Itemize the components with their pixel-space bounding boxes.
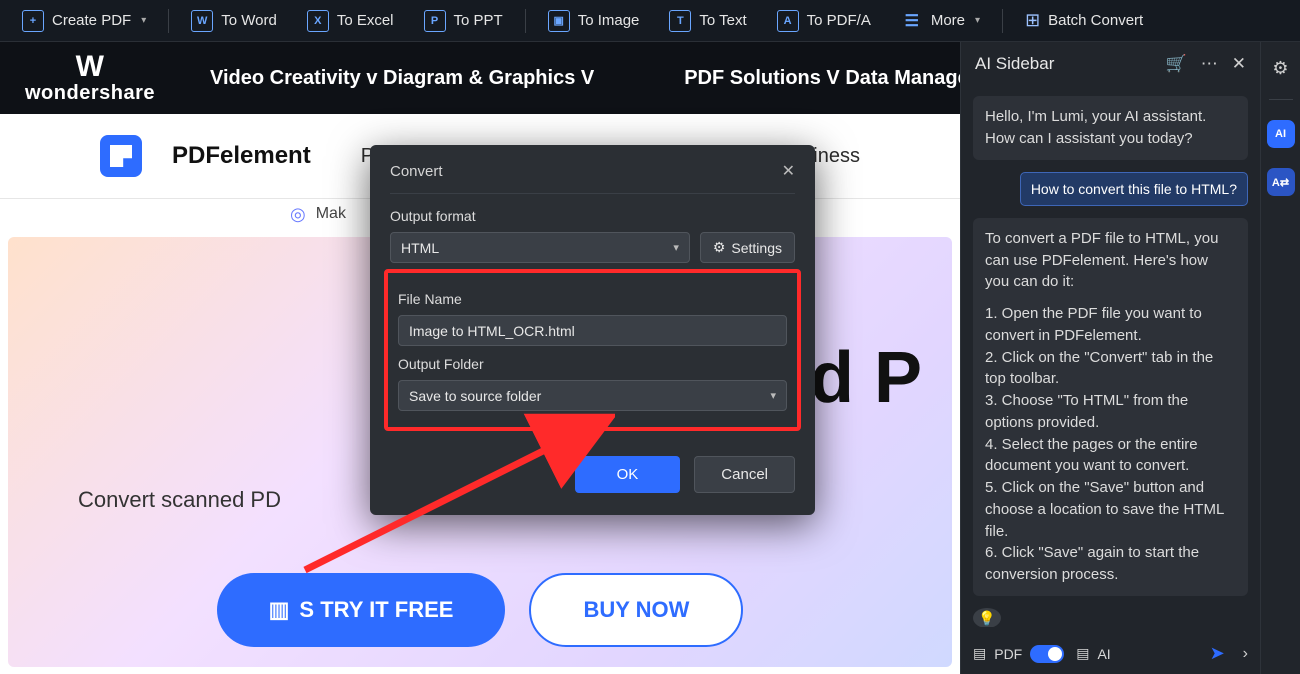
excel-icon: X xyxy=(307,10,329,32)
to-pdfa-button[interactable]: A To PDF/A xyxy=(765,4,883,38)
chevron-down-icon: ▾ xyxy=(141,15,146,26)
chat-footer: ▤ PDF ▤ AI ➤ › xyxy=(961,627,1260,674)
to-ppt-button[interactable]: P To PPT xyxy=(412,4,515,38)
chevron-down-icon: ▾ xyxy=(673,241,679,254)
wondershare-w-glyph: W xyxy=(76,52,105,82)
user-message: How to convert this file to HTML? xyxy=(1020,172,1248,206)
mode-toggle[interactable] xyxy=(1030,645,1064,663)
word-icon: W xyxy=(191,10,213,32)
create-pdf-label: Create PDF xyxy=(52,12,131,29)
ok-button[interactable]: OK xyxy=(575,456,681,493)
more-label: More xyxy=(931,12,965,29)
separator xyxy=(525,9,526,33)
ai-pill-icon[interactable]: AI xyxy=(1267,120,1295,148)
plus-icon: + xyxy=(22,10,44,32)
hero-subline-left: Convert scanned PD xyxy=(78,487,281,512)
file-name-input[interactable]: Image to HTML_OCR.html xyxy=(398,315,787,346)
promo-prefix: Mak xyxy=(316,205,346,223)
to-text-label: To Text xyxy=(699,12,746,29)
to-image-button[interactable]: ▣ To Image xyxy=(536,4,652,38)
output-folder-value: Save to source folder xyxy=(409,388,541,404)
cancel-label: Cancel xyxy=(721,466,768,483)
tab-titles: Video Creativity v Diagram & Graphics V … xyxy=(210,67,1035,90)
separator xyxy=(1269,99,1293,100)
chevron-down-icon: ▾ xyxy=(975,15,980,26)
ppt-icon: P xyxy=(424,10,446,32)
translate-pill-icon[interactable]: A⇄ xyxy=(1267,168,1295,196)
more-button[interactable]: ☰ More ▾ xyxy=(889,4,992,38)
assistant-steps: 1. Open the PDF file you want to convert… xyxy=(985,303,1236,586)
settings-button[interactable]: ⚙ Settings xyxy=(700,232,795,263)
more-options-icon[interactable]: ⋯ xyxy=(1201,54,1218,74)
ai-sidebar-header: AI Sidebar 🛒 ⋯ ✕ xyxy=(961,42,1260,86)
page-icon: ▤ xyxy=(1076,645,1089,662)
ai-sidebar-title: AI Sidebar xyxy=(975,54,1054,74)
separator xyxy=(1002,9,1003,33)
file-name-label: File Name xyxy=(398,291,787,307)
gear-icon: ⚙ xyxy=(713,239,726,256)
windows-icon: ▥ xyxy=(269,597,290,623)
close-icon[interactable]: ✕ xyxy=(1232,54,1246,74)
sliders-icon[interactable]: ⚙ xyxy=(1272,58,1288,79)
assistant-message: Hello, I'm Lumi, your AI assistant. How … xyxy=(973,96,1248,160)
to-pdfa-label: To PDF/A xyxy=(807,12,871,29)
mode-ai-label: AI xyxy=(1097,646,1110,662)
image-icon: ▣ xyxy=(548,10,570,32)
idea-icon[interactable]: 💡 xyxy=(973,608,1001,627)
search-icon: ◎ xyxy=(290,204,306,225)
to-ppt-label: To PPT xyxy=(454,12,503,29)
ok-label: OK xyxy=(617,466,639,483)
output-format-select[interactable]: HTML ▾ xyxy=(390,232,690,263)
chevron-down-icon: ▾ xyxy=(770,389,776,402)
output-format-label: Output format xyxy=(390,208,795,224)
chevron-right-icon[interactable]: › xyxy=(1243,645,1248,663)
buy-now-button[interactable]: BUY NOW xyxy=(529,573,743,647)
buy-label: BUY NOW xyxy=(583,597,689,622)
cart-icon[interactable]: 🛒 xyxy=(1166,54,1187,74)
output-folder-label: Output Folder xyxy=(398,356,787,372)
right-tool-rail: ⚙ AI A⇄ xyxy=(1260,42,1300,674)
to-word-label: To Word xyxy=(221,12,277,29)
separator xyxy=(168,9,169,33)
to-excel-button[interactable]: X To Excel xyxy=(295,4,406,38)
wondershare-text: wondershare xyxy=(25,82,155,105)
output-format-value: HTML xyxy=(401,240,439,256)
send-icon[interactable]: ➤ xyxy=(1210,643,1225,664)
cta-row: ▥ S TRY IT FREE BUY NOW xyxy=(78,573,882,647)
file-name-value: Image to HTML_OCR.html xyxy=(409,323,575,339)
tab-left[interactable]: Video Creativity v Diagram & Graphics V xyxy=(210,67,594,90)
convert-dialog: Convert ✕ Output format HTML ▾ ⚙ Setting… xyxy=(370,145,815,515)
close-icon[interactable]: ✕ xyxy=(782,161,795,181)
dialog-title: Convert xyxy=(390,163,443,180)
more-icon: ☰ xyxy=(901,10,923,32)
pdfelement-logo-icon xyxy=(100,135,142,177)
try-it-free-button[interactable]: ▥ S TRY IT FREE xyxy=(217,573,506,647)
to-word-button[interactable]: W To Word xyxy=(179,4,289,38)
cancel-button[interactable]: Cancel xyxy=(694,456,795,493)
output-folder-select[interactable]: Save to source folder ▾ xyxy=(398,380,787,411)
batch-convert-button[interactable]: ⊞ Batch Convert xyxy=(1013,4,1155,37)
try-label: S TRY IT FREE xyxy=(299,597,453,623)
pdfelement-title: PDFelement xyxy=(172,142,311,170)
page-icon: ▤ xyxy=(973,645,986,662)
wondershare-logo: W wondershare xyxy=(10,52,170,105)
mode-pdf-label: PDF xyxy=(994,646,1022,662)
top-toolbar: + Create PDF ▾ W To Word X To Excel P To… xyxy=(0,0,1300,42)
create-pdf-button[interactable]: + Create PDF ▾ xyxy=(10,4,158,38)
to-excel-label: To Excel xyxy=(337,12,394,29)
assistant-message: To convert a PDF file to HTML, you can u… xyxy=(973,218,1248,596)
chat-area: Hello, I'm Lumi, your AI assistant. How … xyxy=(961,86,1260,627)
annotation-highlight: File Name Image to HTML_OCR.html Output … xyxy=(384,269,801,431)
pdfa-icon: A xyxy=(777,10,799,32)
batch-convert-label: Batch Convert xyxy=(1048,12,1143,29)
settings-label: Settings xyxy=(731,240,782,256)
ai-sidebar: AI Sidebar 🛒 ⋯ ✕ Hello, I'm Lumi, your A… xyxy=(960,42,1260,674)
to-text-button[interactable]: T To Text xyxy=(657,4,758,38)
to-image-label: To Image xyxy=(578,12,640,29)
assistant-intro: To convert a PDF file to HTML, you can u… xyxy=(985,228,1236,293)
text-icon: T xyxy=(669,10,691,32)
grid-icon: ⊞ xyxy=(1025,10,1040,31)
